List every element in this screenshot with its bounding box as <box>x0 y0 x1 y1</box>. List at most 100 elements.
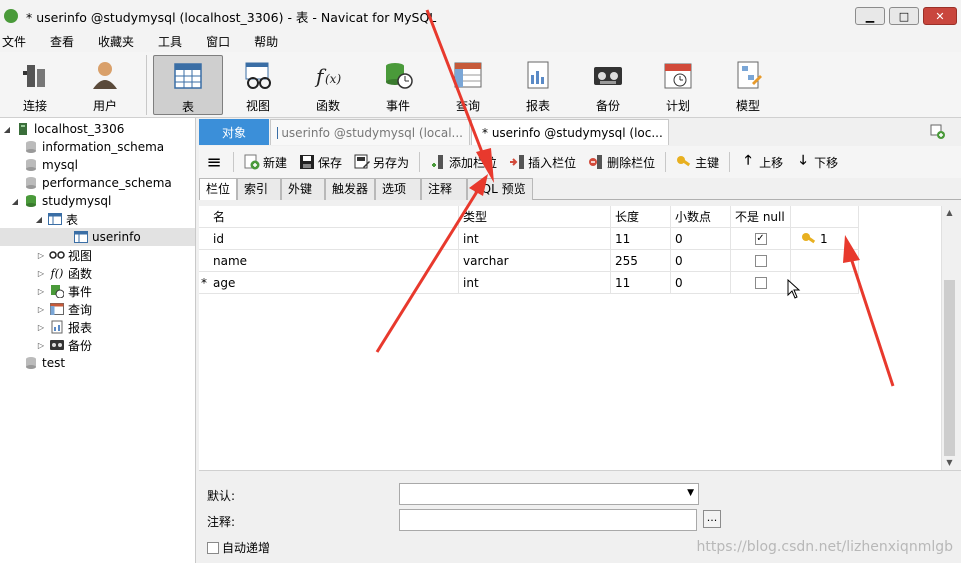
column-header-decimals[interactable]: 小数点 <box>671 206 731 228</box>
toolbar-query-button[interactable]: 查询 <box>433 55 503 115</box>
expand-icon[interactable]: ▷ <box>36 251 46 260</box>
toolbar-backup-button[interactable]: 备份 <box>573 55 643 115</box>
tree-item-tables[interactable]: ◢ 表 <box>34 210 78 228</box>
tree-item-mysql[interactable]: mysql <box>20 156 78 174</box>
primary-key-button[interactable]: 主键 <box>670 150 725 174</box>
menu-tools[interactable]: 工具 <box>146 32 194 52</box>
field-length-cell[interactable]: 11 <box>611 272 671 294</box>
primary-key-cell[interactable] <box>791 272 859 294</box>
tree-item-reports[interactable]: ▷ 报表 <box>36 318 92 336</box>
menu-help[interactable]: 帮助 <box>242 32 290 52</box>
column-header-name[interactable]: 名 <box>209 206 459 228</box>
grid-scrollbar[interactable]: ▲ ▼ <box>941 206 956 470</box>
expand-icon[interactable]: ▷ <box>36 287 46 296</box>
not-null-checkbox[interactable] <box>754 254 767 267</box>
field-type-cell[interactable]: int <box>459 272 611 294</box>
auto-increment-option[interactable]: 自动递增 <box>207 539 270 556</box>
subtab-triggers[interactable]: 触发器 <box>325 178 376 200</box>
save-as-button[interactable]: 另存为 <box>348 150 415 174</box>
tree-item-test[interactable]: test <box>20 354 65 372</box>
field-name-cell[interactable]: age <box>209 272 459 294</box>
insert-field-button[interactable]: 插入栏位 <box>503 150 582 174</box>
scrollbar-thumb[interactable] <box>944 280 955 456</box>
subtab-fields[interactable]: 栏位 <box>199 178 238 200</box>
table-row[interactable]: id int 11 0 ✓ 1 <box>199 228 859 250</box>
expand-icon[interactable]: ▷ <box>36 305 46 314</box>
menu-view[interactable]: 查看 <box>38 32 86 52</box>
primary-key-cell[interactable] <box>791 250 859 272</box>
auto-increment-checkbox[interactable] <box>207 541 219 554</box>
tree-item-studymysql[interactable]: ◢ studymysql <box>10 192 111 210</box>
table-row[interactable]: name varchar 255 0 <box>199 250 859 272</box>
toolbar-connect-button[interactable]: 连接 <box>0 55 70 115</box>
column-header-type[interactable]: 类型 <box>459 206 611 228</box>
field-decimals-cell[interactable]: 0 <box>671 228 731 250</box>
primary-key-cell[interactable]: 1 <box>791 228 859 250</box>
delete-field-button[interactable]: 删除栏位 <box>582 150 661 174</box>
tree-item-functions[interactable]: ▷ f() 函数 <box>36 264 92 282</box>
tab-objects[interactable]: 对象 <box>199 119 269 145</box>
expand-icon[interactable]: ▷ <box>36 341 46 350</box>
move-down-button[interactable]: 🡓 下移 <box>789 150 844 174</box>
field-type-cell[interactable]: varchar <box>459 250 611 272</box>
field-type-cell[interactable]: int <box>459 228 611 250</box>
not-null-checkbox[interactable]: ✓ <box>754 232 767 245</box>
close-button[interactable]: ✕ <box>923 7 957 25</box>
comment-input[interactable] <box>399 509 697 531</box>
add-field-button[interactable]: 添加栏位 <box>424 150 503 174</box>
field-length-cell[interactable]: 11 <box>611 228 671 250</box>
field-name-cell[interactable]: id <box>209 228 459 250</box>
tree-item-backups[interactable]: ▷ 备份 <box>36 336 92 354</box>
scroll-up-icon[interactable]: ▲ <box>942 206 957 220</box>
toolbar-function-button[interactable]: f (x) 函数 <box>293 55 363 115</box>
maximize-button[interactable]: □ <box>889 7 919 25</box>
move-up-button[interactable]: 🡑 上移 <box>734 150 789 174</box>
default-value-select[interactable]: ▼ <box>399 483 699 505</box>
table-row[interactable]: * age int 11 0 <box>199 272 859 294</box>
tree-item-localhost[interactable]: ◢ localhost_3306 <box>2 120 124 138</box>
menu-favorites[interactable]: 收藏夹 <box>86 32 146 52</box>
toolbar-user-button[interactable]: 用户 <box>70 55 140 115</box>
toolbar-schedule-button[interactable]: 计划 <box>643 55 713 115</box>
subtab-options[interactable]: 选项 <box>375 178 422 200</box>
expand-icon[interactable]: ▷ <box>36 323 46 332</box>
field-decimals-cell[interactable]: 0 <box>671 250 731 272</box>
new-button[interactable]: 新建 <box>238 150 293 174</box>
add-tab-icon[interactable] <box>928 122 948 142</box>
not-null-checkbox[interactable] <box>754 276 767 289</box>
toolbar-view-button[interactable]: 视图 <box>223 55 293 115</box>
tree-item-userinfo[interactable]: userinfo <box>0 228 195 246</box>
toolbar-event-button[interactable]: 事件 <box>363 55 433 115</box>
subtab-comments[interactable]: 注释 <box>421 178 468 200</box>
expand-icon[interactable]: ▷ <box>36 269 46 278</box>
toolbar-report-button[interactable]: 报表 <box>503 55 573 115</box>
tree-item-views[interactable]: ▷ 视图 <box>36 246 92 264</box>
column-header-not-null[interactable]: 不是 null <box>731 206 791 228</box>
field-decimals-cell[interactable]: 0 <box>671 272 731 294</box>
collapse-icon[interactable]: ◢ <box>10 197 20 206</box>
subtab-indexes[interactable]: 索引 <box>237 178 282 200</box>
toolbar-model-button[interactable]: 模型 <box>713 55 783 115</box>
column-header-key[interactable] <box>791 206 859 228</box>
hamburger-menu-icon[interactable]: ≡ <box>199 150 229 174</box>
minimize-button[interactable]: ▁ <box>855 7 885 25</box>
tree-item-queries[interactable]: ▷ 查询 <box>36 300 92 318</box>
tree-item-performance-schema[interactable]: performance_schema <box>20 174 172 192</box>
menu-window[interactable]: 窗口 <box>194 32 242 52</box>
tree-item-information-schema[interactable]: information_schema <box>20 138 164 156</box>
tab-userinfo-modified[interactable]: * userinfo @studymysql (loc... <box>471 119 669 145</box>
collapse-icon[interactable]: ◢ <box>34 215 44 224</box>
scroll-down-icon[interactable]: ▼ <box>942 456 957 470</box>
subtab-sql-preview[interactable]: SQL 预览 <box>467 178 533 200</box>
column-header-length[interactable]: 长度 <box>611 206 671 228</box>
toolbar-table-button[interactable]: 表 <box>153 55 223 115</box>
tab-userinfo[interactable]: userinfo @studymysql (local... <box>270 119 470 145</box>
save-button[interactable]: 保存 <box>293 150 348 174</box>
tree-item-events[interactable]: ▷ 事件 <box>36 282 92 300</box>
comment-expand-button[interactable]: ... <box>703 510 721 528</box>
field-name-cell[interactable]: name <box>209 250 459 272</box>
field-length-cell[interactable]: 255 <box>611 250 671 272</box>
subtab-foreign-keys[interactable]: 外键 <box>281 178 326 200</box>
collapse-icon[interactable]: ◢ <box>2 125 12 134</box>
menu-file[interactable]: 文件 <box>0 32 38 52</box>
